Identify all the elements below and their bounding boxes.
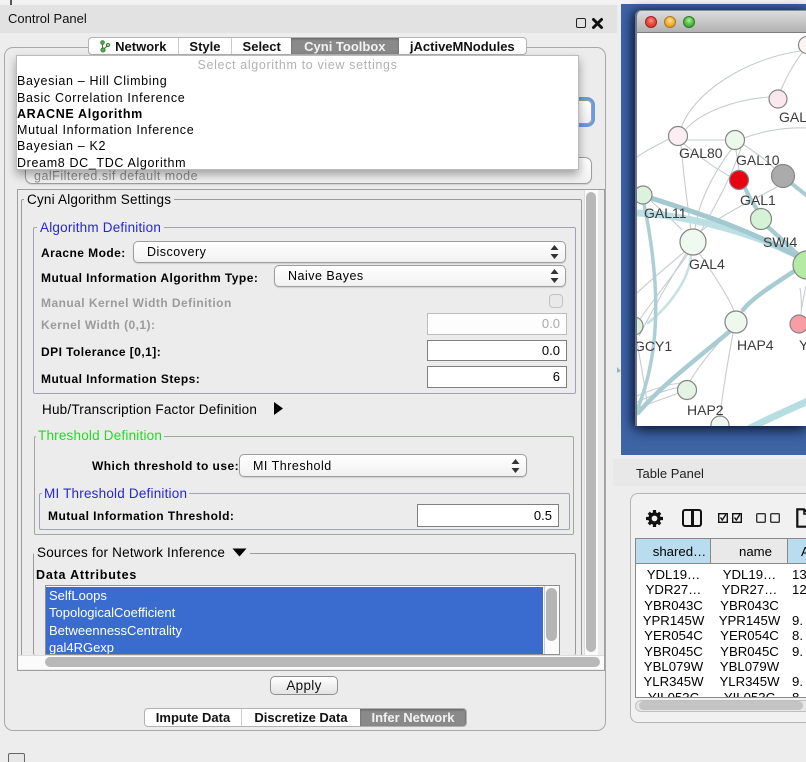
svg-text:YER: YER [799, 337, 806, 353]
svg-text:GAL11: GAL11 [644, 205, 687, 221]
svg-text:GAL4: GAL4 [689, 256, 725, 272]
svg-text:GCY1: GCY1 [637, 338, 672, 354]
svg-text:GAL1: GAL1 [740, 192, 776, 208]
svg-text:GAL2: GAL2 [779, 109, 806, 125]
svg-text:HAP4: HAP4 [737, 337, 774, 353]
svg-text:GAL10: GAL10 [736, 152, 780, 168]
svg-text:GAL80: GAL80 [679, 145, 723, 161]
svg-text:HAP2: HAP2 [687, 402, 724, 418]
svg-text:SWI4: SWI4 [763, 234, 797, 250]
